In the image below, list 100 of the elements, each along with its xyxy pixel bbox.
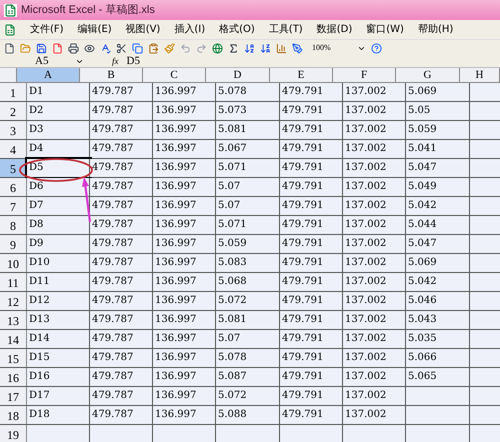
row-header[interactable]: 9	[0, 235, 27, 253]
table-cell[interactable]: 479.787	[90, 292, 153, 310]
paintbrush-icon[interactable]	[164, 42, 175, 54]
table-cell[interactable]: 136.997	[153, 292, 216, 310]
table-cell[interactable]	[470, 178, 500, 196]
table-cell[interactable]: 479.787	[90, 406, 153, 424]
table-cell[interactable]: 479.791	[280, 235, 343, 253]
table-cell[interactable]: 479.791	[280, 178, 343, 196]
table-cell[interactable]: 137.002	[343, 330, 406, 348]
table-cell[interactable]	[406, 406, 470, 424]
table-cell[interactable]: 5.07	[216, 178, 280, 196]
table-cell[interactable]: 5.073	[216, 102, 280, 120]
table-cell[interactable]: 5.072	[216, 387, 280, 405]
table-cell[interactable]: 5.042	[406, 273, 470, 291]
menu-item[interactable]: 数据(D)	[316, 22, 352, 37]
drawing-tool-icon[interactable]	[292, 42, 303, 54]
table-cell[interactable]: D17	[27, 387, 90, 405]
table-cell[interactable]: 137.002	[343, 178, 406, 196]
table-cell[interactable]	[470, 425, 500, 442]
table-cell[interactable]: 479.791	[280, 159, 343, 177]
table-cell[interactable]: 5.081	[216, 121, 280, 139]
table-cell[interactable]: 479.787	[90, 311, 153, 329]
globe-icon[interactable]	[212, 42, 223, 54]
table-cell[interactable]	[470, 102, 500, 120]
table-cell[interactable]	[27, 425, 90, 442]
table-cell[interactable]: 479.791	[280, 349, 343, 367]
table-cell[interactable]: 479.791	[280, 254, 343, 272]
table-cell[interactable]: D2	[27, 102, 90, 120]
table-cell[interactable]: 479.787	[90, 273, 153, 291]
table-cell[interactable]: 136.997	[153, 330, 216, 348]
table-cell[interactable]	[470, 292, 500, 310]
row-header[interactable]: 19	[0, 425, 27, 442]
table-cell[interactable]: 136.997	[153, 349, 216, 367]
table-cell[interactable]	[470, 159, 500, 177]
table-cell[interactable]: 136.997	[153, 140, 216, 158]
table-cell[interactable]: 5.072	[216, 292, 280, 310]
table-cell[interactable]: 136.997	[153, 102, 216, 120]
menu-item[interactable]: 视图(V)	[126, 22, 160, 37]
table-cell[interactable]: 137.002	[343, 216, 406, 234]
row-header[interactable]: 8	[0, 216, 27, 234]
table-cell[interactable]: 137.002	[343, 197, 406, 215]
table-cell[interactable]: 479.787	[90, 235, 153, 253]
table-cell[interactable]	[470, 254, 500, 272]
row-header[interactable]: 7	[0, 197, 27, 215]
table-cell[interactable]	[406, 387, 470, 405]
table-cell[interactable]: 479.787	[90, 140, 153, 158]
table-cell[interactable]: 137.002	[343, 235, 406, 253]
table-cell[interactable]: 136.997	[153, 216, 216, 234]
table-cell[interactable]	[470, 311, 500, 329]
copy-icon[interactable]	[132, 42, 143, 54]
table-cell[interactable]	[470, 121, 500, 139]
bar-chart-icon[interactable]	[276, 42, 287, 54]
table-cell[interactable]: 5.07	[216, 330, 280, 348]
table-cell[interactable]: 5.071	[216, 216, 280, 234]
table-cell[interactable]: 5.042	[406, 197, 470, 215]
table-cell[interactable]: 137.002	[343, 83, 406, 101]
undo-icon[interactable]	[180, 42, 191, 54]
table-cell[interactable]: 136.997	[153, 273, 216, 291]
name-box[interactable]: A5	[0, 53, 75, 70]
table-cell[interactable]: 479.787	[90, 368, 153, 386]
row-header[interactable]: 18	[0, 406, 27, 424]
table-cell[interactable]: 137.002	[343, 292, 406, 310]
table-cell[interactable]	[406, 425, 470, 442]
menu-item[interactable]: 工具(T)	[268, 22, 303, 37]
table-cell[interactable]	[470, 387, 500, 405]
table-cell[interactable]	[470, 235, 500, 253]
table-cell[interactable]: 5.069	[406, 83, 470, 101]
table-cell[interactable]: 137.002	[343, 368, 406, 386]
new-file-icon[interactable]	[4, 42, 15, 54]
table-cell[interactable]: 479.791	[280, 140, 343, 158]
table-cell[interactable]: 5.047	[406, 159, 470, 177]
paste-icon[interactable]	[148, 42, 159, 54]
row-header[interactable]: 17	[0, 387, 27, 405]
table-cell[interactable]: 137.002	[343, 159, 406, 177]
table-cell[interactable]: 136.997	[153, 254, 216, 272]
table-cell[interactable]: 5.046	[406, 292, 470, 310]
table-cell[interactable]: 137.002	[343, 406, 406, 424]
table-cell[interactable]: D15	[27, 349, 90, 367]
table-cell[interactable]: D18	[27, 406, 90, 424]
table-cell[interactable]: 479.791	[280, 311, 343, 329]
table-cell[interactable]: 5.065	[406, 368, 470, 386]
table-cell[interactable]: 5.083	[216, 254, 280, 272]
table-cell[interactable]: D9	[27, 235, 90, 253]
table-cell[interactable]	[153, 425, 216, 442]
table-cell[interactable]: 137.002	[343, 311, 406, 329]
table-cell[interactable]	[470, 349, 500, 367]
table-cell[interactable]: 5.035	[406, 330, 470, 348]
table-cell[interactable]: 5.069	[406, 254, 470, 272]
table-cell[interactable]: 137.002	[343, 254, 406, 272]
row-header[interactable]: 10	[0, 254, 27, 272]
help-icon[interactable]	[371, 42, 382, 54]
table-cell[interactable]: 5.071	[216, 159, 280, 177]
selected-cell[interactable]: D5	[27, 159, 90, 177]
row-header[interactable]: 14	[0, 330, 27, 348]
table-cell[interactable]: 137.002	[343, 387, 406, 405]
table-cell[interactable]: 479.787	[90, 254, 153, 272]
print-preview-icon[interactable]	[84, 42, 95, 54]
menu-item[interactable]: 编辑(E)	[78, 22, 112, 37]
table-cell[interactable]: 5.044	[406, 216, 470, 234]
printer-icon[interactable]	[68, 42, 79, 54]
